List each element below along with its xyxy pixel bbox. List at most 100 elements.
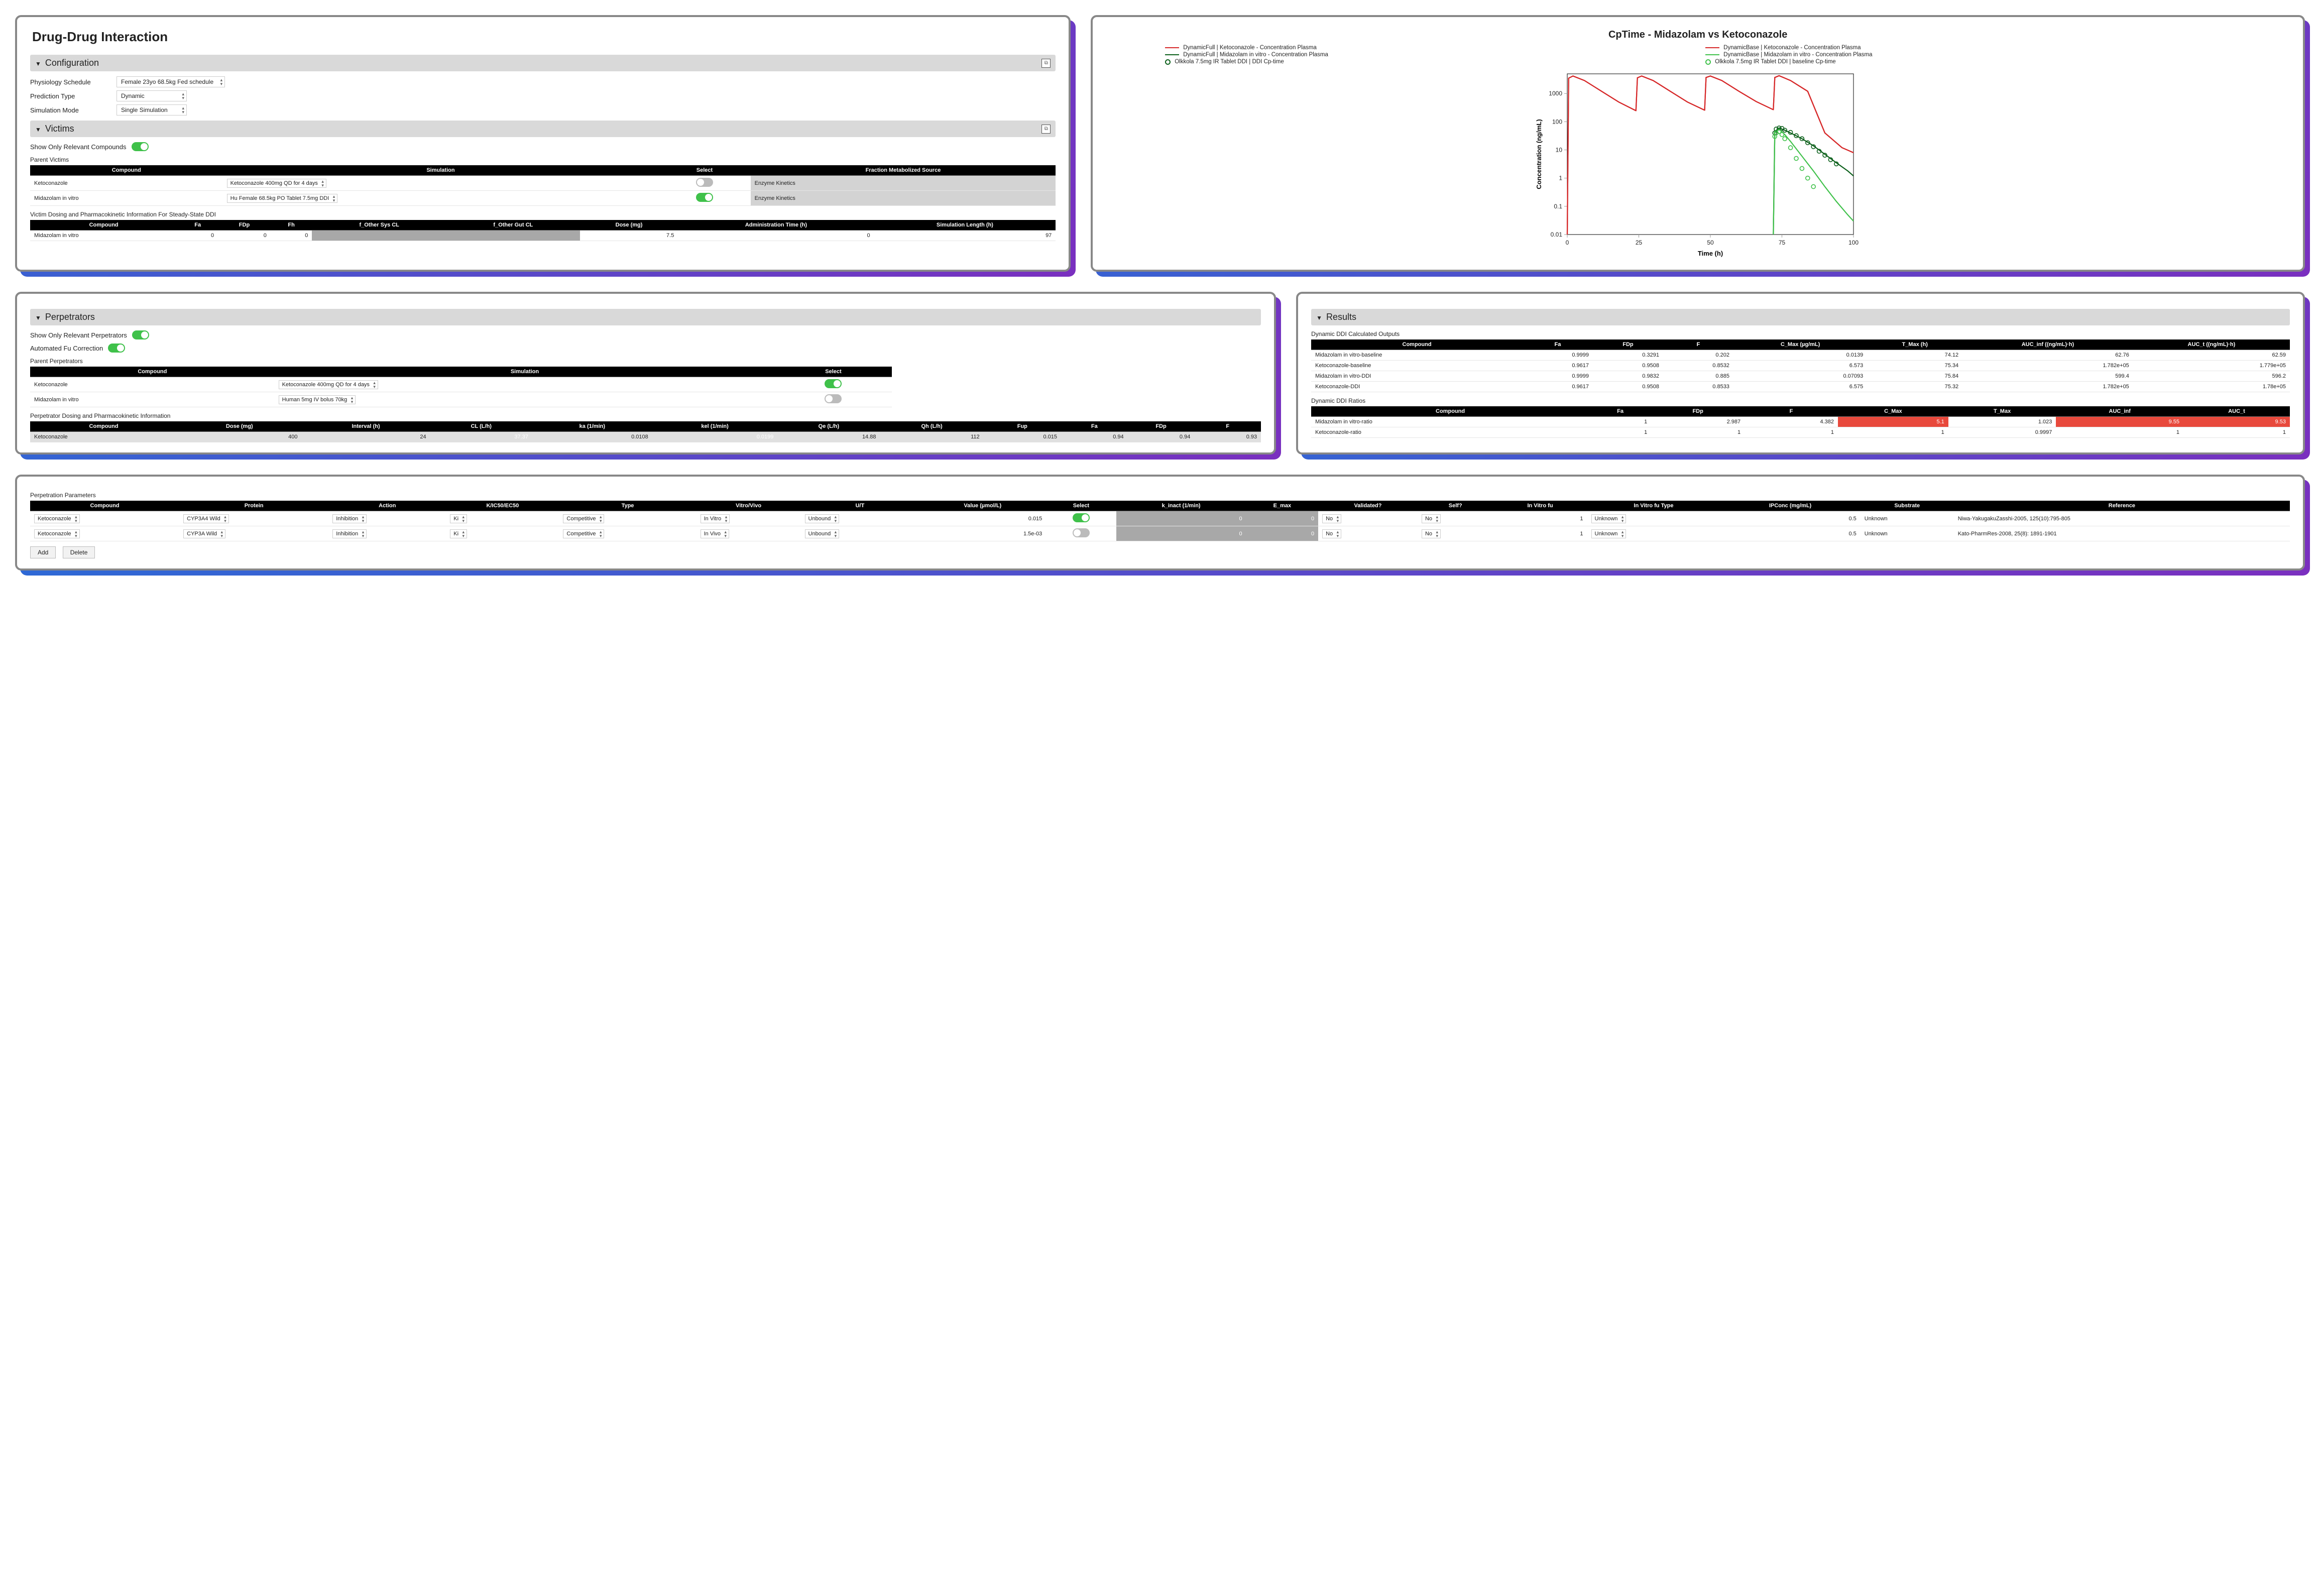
parent-victims-title: Parent Victims bbox=[30, 156, 1056, 163]
config-card: Drug-Drug Interaction ▼Configuration ⧉ P… bbox=[15, 15, 1071, 272]
svg-text:10: 10 bbox=[1556, 147, 1563, 154]
perp-params-table: CompoundProteinActionK/IC50/EC50TypeVitr… bbox=[30, 501, 2290, 541]
auto-fu-toggle[interactable] bbox=[108, 344, 125, 353]
victims-header[interactable]: ▼Victims ⧉ bbox=[30, 121, 1056, 137]
perpetrators-header[interactable]: ▼Perpetrators bbox=[30, 309, 1261, 325]
select[interactable]: No▴▾ bbox=[1322, 514, 1341, 523]
table-row: Midazolam in vitro-DDI0.99990.98320.885 … bbox=[1311, 371, 2290, 382]
table-row: Midazolam in vitro000 7.5097 bbox=[30, 231, 1056, 241]
config-select[interactable]: Single Simulation▴▾ bbox=[117, 104, 187, 116]
select[interactable]: Inhibition▴▾ bbox=[332, 514, 367, 523]
table-row: Ketoconazole Ketoconazole 400mg QD for 4… bbox=[30, 176, 1056, 191]
popout-icon[interactable]: ⧉ bbox=[1041, 59, 1051, 68]
select[interactable]: Unknown▴▾ bbox=[1591, 529, 1627, 538]
select-toggle[interactable] bbox=[825, 394, 842, 403]
chevron-down-icon: ▼ bbox=[1316, 314, 1322, 321]
show-relevant-perps-toggle[interactable] bbox=[132, 330, 149, 339]
config-label: Prediction Type bbox=[30, 92, 110, 100]
perp-params-card: Perpetration Parameters CompoundProteinA… bbox=[15, 475, 2305, 571]
select[interactable]: Competitive▴▾ bbox=[563, 529, 604, 538]
config-select[interactable]: Female 23yo 68.5kg Fed schedule▴▾ bbox=[117, 76, 225, 87]
table-row: Ketoconazole Ketoconazole 400mg QD for 4… bbox=[30, 377, 892, 392]
svg-text:1000: 1000 bbox=[1549, 90, 1562, 97]
perp-params-title: Perpetration Parameters bbox=[30, 492, 2290, 499]
perp-pk-title: Perpetrator Dosing and Pharmacokinetic I… bbox=[30, 412, 1261, 419]
chevron-down-icon: ▼ bbox=[35, 314, 41, 321]
legend-item: DynamicFull | Midazolam in vitro - Conce… bbox=[1165, 52, 1690, 58]
select-toggle[interactable] bbox=[1073, 528, 1090, 537]
select[interactable]: Unbound▴▾ bbox=[805, 514, 840, 523]
page-title: Drug-Drug Interaction bbox=[32, 29, 1056, 45]
select-toggle[interactable] bbox=[1073, 513, 1090, 522]
config-select[interactable]: Dynamic▴▾ bbox=[117, 90, 187, 101]
show-relevant-compounds-toggle[interactable] bbox=[132, 142, 149, 151]
svg-text:100: 100 bbox=[1552, 118, 1562, 125]
show-relevant-compounds-label: Show Only Relevant Compounds bbox=[30, 143, 127, 151]
select[interactable]: Ki▴▾ bbox=[450, 529, 467, 538]
delete-button[interactable]: Delete bbox=[63, 546, 95, 558]
table-row: Midazolam in vitro Human 5mg IV bolus 70… bbox=[30, 392, 892, 407]
svg-text:Time (h): Time (h) bbox=[1698, 250, 1723, 257]
add-button[interactable]: Add bbox=[30, 546, 56, 558]
table-row: Ketoconazole▴▾ CYP3A Wild▴▾ Inhibition▴▾ K… bbox=[30, 526, 2290, 541]
show-relevant-perps-label: Show Only Relevant Perpetrators bbox=[30, 331, 127, 339]
parent-perps-table: CompoundSimulationSelect Ketoconazole Ke… bbox=[30, 367, 892, 407]
config-label: Simulation Mode bbox=[30, 106, 110, 114]
results-calc-table: CompoundFaFDpFC_Max (µg/mL)T_Max (h)AUC_… bbox=[1311, 339, 2290, 392]
popout-icon[interactable]: ⧉ bbox=[1041, 125, 1051, 134]
select[interactable]: No▴▾ bbox=[1422, 529, 1441, 538]
auto-fu-label: Automated Fu Correction bbox=[30, 345, 103, 352]
select[interactable]: CYP3A4 Wild▴▾ bbox=[183, 514, 229, 523]
cp-time-chart: 02550751000.010.11101001000Time (h)Conce… bbox=[1532, 69, 1864, 260]
parent-perps-title: Parent Perpetrators bbox=[30, 358, 1261, 365]
svg-text:50: 50 bbox=[1707, 239, 1714, 246]
svg-text:75: 75 bbox=[1779, 239, 1786, 246]
legend-item: DynamicFull | Ketoconazole - Concentrati… bbox=[1165, 45, 1690, 51]
svg-text:1: 1 bbox=[1559, 175, 1562, 182]
results-ratio-title: Dynamic DDI Ratios bbox=[1311, 397, 2290, 404]
chevron-down-icon: ▼ bbox=[35, 126, 41, 133]
select-toggle[interactable] bbox=[696, 178, 713, 187]
svg-text:100: 100 bbox=[1848, 239, 1859, 246]
results-calc-title: Dynamic DDI Calculated Outputs bbox=[1311, 330, 2290, 337]
select[interactable]: Inhibition▴▾ bbox=[332, 529, 367, 538]
results-header[interactable]: ▼Results bbox=[1311, 309, 2290, 325]
chart-card: CpTime - Midazolam vs Ketoconazole Dynam… bbox=[1091, 15, 2305, 272]
select[interactable]: Ketoconazole 400mg QD for 4 days▴▾ bbox=[279, 380, 378, 389]
select[interactable]: Ketoconazole▴▾ bbox=[34, 529, 80, 538]
legend-item: DynamicBase | Ketoconazole - Concentrati… bbox=[1705, 45, 2231, 51]
select[interactable]: Hu Female 68.5kg PO Tablet 7.5mg DDI▴▾ bbox=[227, 194, 338, 203]
table-row: Ketoconazole-DDI0.96170.95080.8533 6.575… bbox=[1311, 382, 2290, 392]
results-ratio-table: CompoundFaFDpFC_MaxT_MaxAUC_infAUC_t Mid… bbox=[1311, 406, 2290, 438]
table-row: Midazolam in vitro-ratio12.9874.382 5.11… bbox=[1311, 417, 2290, 427]
select[interactable]: CYP3A Wild▴▾ bbox=[183, 529, 225, 538]
select[interactable]: No▴▾ bbox=[1422, 514, 1441, 523]
chevron-down-icon: ▼ bbox=[35, 60, 41, 67]
select[interactable]: Unbound▴▾ bbox=[805, 529, 840, 538]
svg-text:0: 0 bbox=[1566, 239, 1569, 246]
select[interactable]: In Vitro▴▾ bbox=[701, 514, 730, 523]
victim-dosing-table: CompoundFaFDpFhf_Other Sys CLf_Other Gut… bbox=[30, 220, 1056, 241]
results-card: ▼Results Dynamic DDI Calculated Outputs … bbox=[1296, 292, 2305, 454]
select[interactable]: No▴▾ bbox=[1322, 529, 1341, 538]
table-row: Midazolam in vitro Hu Female 68.5kg PO T… bbox=[30, 191, 1056, 206]
svg-text:Concentration (ng/mL): Concentration (ng/mL) bbox=[1535, 119, 1543, 189]
chart-title: CpTime - Midazolam vs Ketoconazole bbox=[1106, 29, 2290, 41]
table-row: Ketoconazole-ratio111 10.999711 bbox=[1311, 427, 2290, 438]
chart-legend: DynamicFull | Ketoconazole - Concentrati… bbox=[1165, 45, 2231, 65]
select[interactable]: In Vivo▴▾ bbox=[701, 529, 729, 538]
select[interactable]: Unknown▴▾ bbox=[1591, 514, 1627, 523]
select[interactable]: Competitive▴▾ bbox=[563, 514, 604, 523]
select[interactable]: Ketoconazole▴▾ bbox=[34, 514, 80, 523]
select-toggle[interactable] bbox=[696, 193, 713, 202]
select-toggle[interactable] bbox=[825, 379, 842, 388]
select[interactable]: Human 5mg IV bolus 70kg▴▾ bbox=[279, 395, 356, 404]
config-label: Physiology Schedule bbox=[30, 78, 110, 86]
select[interactable]: Ketoconazole 400mg QD for 4 days▴▾ bbox=[227, 179, 326, 188]
perp-pk-table: CompoundDose (mg)Interval (h)CL (L/h)ka … bbox=[30, 421, 1261, 442]
victim-dosing-title: Victim Dosing and Pharmacokinetic Inform… bbox=[30, 211, 1056, 218]
config-header[interactable]: ▼Configuration ⧉ bbox=[30, 55, 1056, 71]
svg-text:0.1: 0.1 bbox=[1554, 203, 1562, 210]
table-row: Ketoconazole-baseline0.96170.95080.8532 … bbox=[1311, 361, 2290, 371]
select[interactable]: Ki▴▾ bbox=[450, 514, 467, 523]
